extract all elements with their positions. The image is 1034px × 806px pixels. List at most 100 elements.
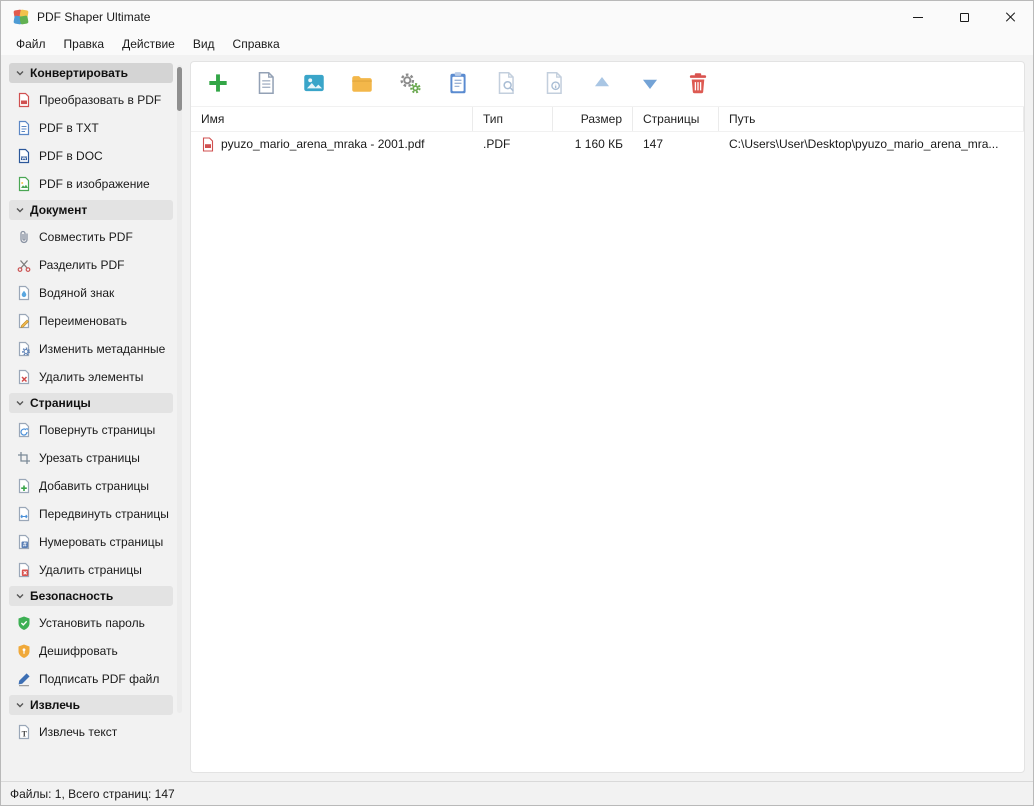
minimize-button[interactable] (895, 1, 941, 33)
image-icon (301, 70, 327, 99)
sidebar-item-crop-pages[interactable]: Урезать страницы (9, 444, 173, 472)
pdf-to-doc-icon (16, 148, 32, 164)
document-search-icon (493, 70, 519, 99)
document-icon (253, 70, 279, 99)
sidebar-section-document[interactable]: Документ (9, 200, 173, 220)
sidebar-item-label: Переименовать (39, 314, 127, 328)
menu-help[interactable]: Справка (224, 33, 289, 55)
chevron-down-icon (15, 205, 25, 215)
remove-button[interactable] (681, 67, 715, 101)
sidebar-item-rename[interactable]: Переименовать (9, 307, 173, 335)
sidebar-section-pages[interactable]: Страницы (9, 393, 173, 413)
sidebar-item-convert-to-pdf[interactable]: Преобразовать в PDF (9, 86, 173, 114)
sidebar-item-split-pdf[interactable]: Разделить PDF (9, 251, 173, 279)
menu-action[interactable]: Действие (113, 33, 184, 55)
preview-button[interactable] (489, 67, 523, 101)
sidebar-item-label: Разделить PDF (39, 258, 124, 272)
section-title: Безопасность (30, 589, 113, 603)
sidebar-item-number-pages[interactable]: # Нумеровать страницы (9, 528, 173, 556)
delete-pages-icon (16, 562, 32, 578)
paste-button[interactable] (441, 67, 475, 101)
extract-text-icon: T (16, 724, 32, 740)
sidebar-item-set-password[interactable]: Установить пароль (9, 609, 173, 637)
add-image-button[interactable] (297, 67, 331, 101)
delete-elements-icon (16, 369, 32, 385)
content-area: Конвертировать Преобразовать в PDF PDF в… (1, 55, 1033, 781)
sidebar-item-label: PDF в изображение (39, 177, 150, 191)
sidebar-item-label: PDF в DOC (39, 149, 103, 163)
sidebar-section-extract[interactable]: Извлечь (9, 695, 173, 715)
sidebar-item-move-pages[interactable]: Передвинуть страницы (9, 500, 173, 528)
sidebar-item-label: Удалить элементы (39, 370, 143, 384)
sidebar-scrollbar[interactable] (177, 65, 182, 713)
settings-button[interactable] (393, 67, 427, 101)
sidebar-section-convert[interactable]: Конвертировать (9, 63, 173, 83)
sidebar-item-delete-pages[interactable]: Удалить страницы (9, 556, 173, 584)
sidebar-item-edit-metadata[interactable]: Изменить метаданные (9, 335, 173, 363)
sidebar-item-label: Совместить PDF (39, 230, 133, 244)
file-path: C:\Users\User\Desktop\pyuzo_mario_arena_… (719, 137, 1024, 151)
close-icon (1004, 11, 1016, 23)
shield-unlock-icon (16, 643, 32, 659)
maximize-icon (960, 13, 969, 22)
file-name-cell: pyuzo_mario_arena_mraka - 2001.pdf (191, 137, 473, 152)
sidebar-item-pdf-to-txt[interactable]: PDF в TXT (9, 114, 173, 142)
file-panel: Имя Тип Размер Страницы Путь pyuzo_mario… (190, 61, 1025, 773)
move-pages-icon (16, 506, 32, 522)
table-header: Имя Тип Размер Страницы Путь (191, 106, 1024, 132)
section-title: Конвертировать (30, 66, 128, 80)
add-document-button[interactable] (249, 67, 283, 101)
column-header-size[interactable]: Размер (553, 107, 633, 131)
sidebar-item-label: Извлечь текст (39, 725, 117, 739)
close-button[interactable] (987, 1, 1033, 33)
menu-edit[interactable]: Правка (55, 33, 114, 55)
add-files-button[interactable] (201, 67, 235, 101)
sidebar-item-label: Водяной знак (39, 286, 114, 300)
sidebar-item-delete-elements[interactable]: Удалить элементы (9, 363, 173, 391)
paperclip-icon (16, 229, 32, 245)
menu-view[interactable]: Вид (184, 33, 224, 55)
status-text: Файлы: 1, Всего страниц: 147 (10, 787, 175, 801)
menubar: Файл Правка Действие Вид Справка (1, 33, 1033, 55)
sidebar-item-label: Установить пароль (39, 616, 145, 630)
column-header-name[interactable]: Имя (191, 107, 473, 131)
table-row[interactable]: pyuzo_mario_arena_mraka - 2001.pdf .PDF … (191, 132, 1024, 156)
pdf-to-txt-icon (16, 120, 32, 136)
sidebar-item-label: Нумеровать страницы (39, 535, 163, 549)
sidebar-item-label: Передвинуть страницы (39, 507, 169, 521)
column-header-type[interactable]: Тип (473, 107, 553, 131)
maximize-button[interactable] (941, 1, 987, 33)
document-info-icon (541, 70, 567, 99)
watermark-drop-icon (16, 285, 32, 301)
folder-icon (349, 70, 375, 99)
sidebar-item-merge-pdf[interactable]: Совместить PDF (9, 223, 173, 251)
sidebar-item-label: Преобразовать в PDF (39, 93, 161, 107)
move-down-button[interactable] (633, 67, 667, 101)
sidebar-item-decrypt[interactable]: Дешифровать (9, 637, 173, 665)
sidebar-section-security[interactable]: Безопасность (9, 586, 173, 606)
sidebar-item-pdf-to-doc[interactable]: PDF в DOC (9, 142, 173, 170)
open-folder-button[interactable] (345, 67, 379, 101)
sidebar-item-label: Добавить страницы (39, 479, 149, 493)
sidebar-item-extract-text[interactable]: T Извлечь текст (9, 718, 173, 746)
properties-button[interactable] (537, 67, 571, 101)
sidebar-item-watermark[interactable]: Водяной знак (9, 279, 173, 307)
pdf-file-icon (201, 137, 215, 152)
pdf-to-image-icon (16, 176, 32, 192)
file-size: 1 160 КБ (553, 137, 633, 151)
menu-file[interactable]: Файл (7, 33, 55, 55)
sidebar-scrollbar-thumb[interactable] (177, 67, 182, 111)
column-header-pages[interactable]: Страницы (633, 107, 719, 131)
chevron-down-icon (15, 591, 25, 601)
sidebar-item-pdf-to-image[interactable]: PDF в изображение (9, 170, 173, 198)
sign-pen-icon (16, 671, 32, 687)
file-pages: 147 (633, 137, 719, 151)
column-header-path[interactable]: Путь (719, 107, 1024, 131)
chevron-down-icon (15, 68, 25, 78)
move-up-button[interactable] (585, 67, 619, 101)
sidebar-item-sign-pdf[interactable]: Подписать PDF файл (9, 665, 173, 693)
rename-pencil-icon (16, 313, 32, 329)
sidebar-item-add-pages[interactable]: Добавить страницы (9, 472, 173, 500)
sidebar-item-rotate-pages[interactable]: Повернуть страницы (9, 416, 173, 444)
gears-icon (397, 70, 423, 99)
